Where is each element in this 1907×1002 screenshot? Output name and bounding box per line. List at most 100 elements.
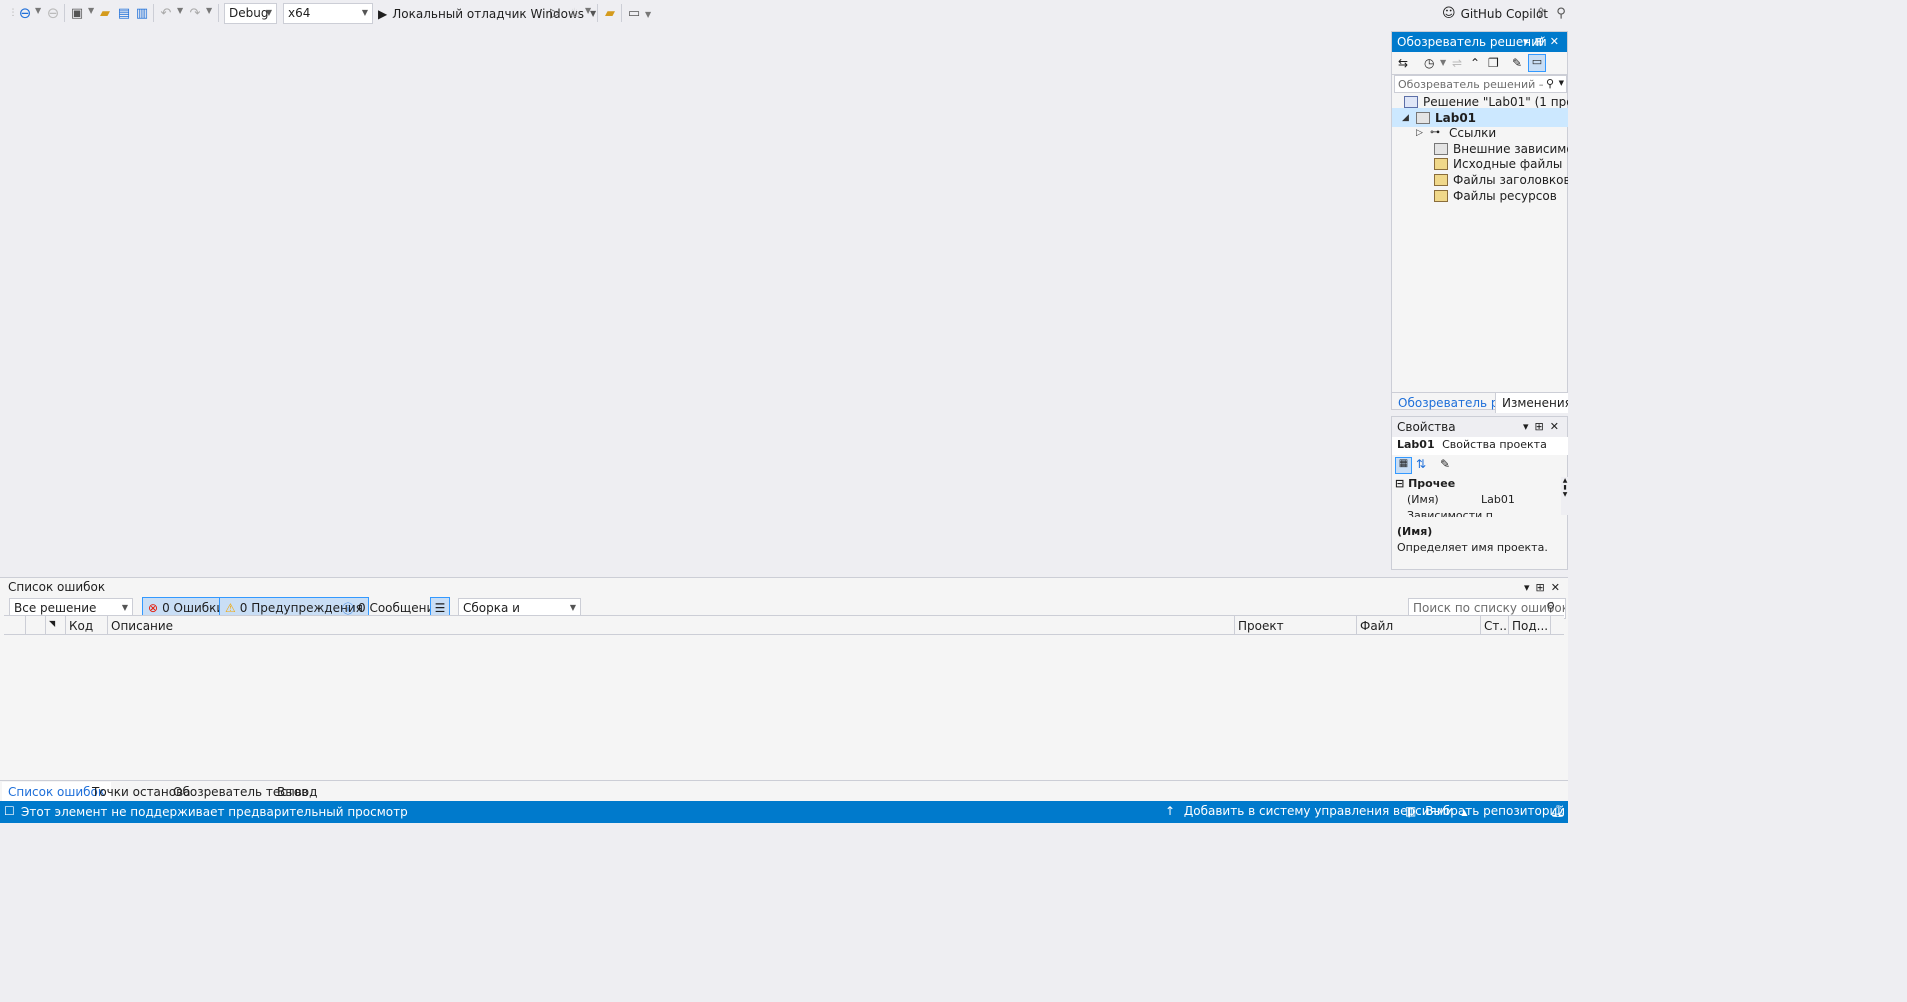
column-header-category[interactable] (4, 616, 26, 636)
empty-region (0, 823, 1907, 1002)
chevron-down-icon[interactable]: ▼ (645, 10, 651, 19)
navigate-back-icon[interactable]: ⊖ (16, 4, 34, 22)
bottom-tool-tabs: Список ошибок Точки останова Обозревател… (0, 780, 1568, 802)
start-without-debugging-icon[interactable]: ▷ (546, 4, 564, 22)
notifications-bell-icon[interactable]: 🔔︎ (1550, 804, 1565, 818)
undo-icon[interactable]: ↶ (157, 4, 175, 22)
chevron-down-icon[interactable]: ▼ (35, 6, 41, 15)
configuration-value: Debug (229, 6, 269, 20)
chevron-down-icon[interactable]: ▼ (1559, 79, 1564, 87)
configuration-select[interactable]: Debug ▼ (224, 3, 277, 24)
error-list-pane: Список ошибок ▾⊞✕ Все решение ▼ ⊗ 0 Ошиб… (0, 577, 1568, 802)
tree-item-label: Ссылки (1449, 125, 1497, 140)
select-repository-label: Выбрать репозиторий (1425, 804, 1566, 818)
collapse-icon[interactable]: ⊟ (1395, 477, 1404, 490)
column-header-line[interactable]: Ст... (1481, 616, 1509, 636)
pane-controls[interactable]: ▾⊞✕ (1523, 35, 1565, 48)
project-icon (1416, 111, 1430, 124)
filter-folder-icon (1434, 173, 1448, 186)
preview-selected-icon[interactable]: ▭ (1528, 54, 1546, 72)
ready-icon: ☐ (4, 804, 15, 818)
solution-explorer-tabs: Обозреватель реш... Изменения Git (1392, 392, 1600, 413)
chevron-down-icon[interactable]: ▼ (585, 6, 591, 15)
collapse-all-icon[interactable]: ⌃ (1470, 56, 1480, 70)
categorized-icon[interactable]: ▦ (1395, 457, 1412, 474)
property-description-text: Определяет имя проекта. (1397, 541, 1548, 554)
refresh-icon[interactable]: ⇌ (1452, 56, 1462, 70)
open-folder-icon[interactable]: ▰ (96, 4, 114, 22)
solution-explorer-pane: Обозреватель решений ▾⊞✕ ⇆ ◷ ▼ ⇌ ⌃ ❐ ✎ ▭… (1391, 31, 1619, 413)
folder-view-icon[interactable]: ▰ (601, 4, 619, 22)
solution-explorer-toolbar: ⇆ ◷ ▼ ⇌ ⌃ ❐ ✎ ▭ (1392, 53, 1569, 75)
solution-explorer-search-input[interactable]: Обозреватель решений — поиск (1398, 78, 1543, 91)
filter-folder-icon (1434, 189, 1448, 202)
navigate-forward-icon[interactable]: ⊖ (44, 4, 62, 22)
messages-count-label: 0 Сообщения (358, 601, 442, 615)
solution-icon (1404, 95, 1418, 108)
property-pages-wrench-icon[interactable]: ✎ (1440, 457, 1450, 471)
property-name: Зависимости п (1407, 509, 1493, 517)
collapsed-triangle-icon[interactable]: ▷ (1416, 128, 1430, 138)
chevron-down-icon[interactable]: ▼ (206, 6, 212, 15)
expanded-triangle-icon[interactable]: ◢ (1402, 113, 1416, 123)
chevron-down-icon: ▼ (569, 603, 576, 612)
column-header-description[interactable]: Описание (108, 616, 1235, 636)
tree-item-label: Файлы ресурсов (1453, 188, 1557, 203)
sync-icon[interactable]: ⇆ (1398, 56, 1408, 70)
search-icon[interactable]: ⚲ (1546, 600, 1555, 614)
feedback-icon[interactable]: ⚲ (1552, 4, 1570, 22)
properties-title-bar: Свойства ▾⊞✕ (1392, 417, 1567, 437)
properties-object-name: Lab01 (1397, 438, 1435, 451)
hot-reload-icon[interactable]: ♨ (566, 4, 584, 22)
properties-wrench-icon[interactable]: ✎ (1512, 56, 1522, 70)
error-icon: ⊗ (148, 601, 159, 615)
tree-item-resource-files[interactable]: Файлы ресурсов (1434, 186, 1557, 205)
property-value[interactable]: Lab01 (1481, 493, 1515, 506)
column-header-suppression[interactable]: ◥ (46, 616, 66, 636)
pane-controls[interactable]: ▾⊞✕ (1523, 420, 1565, 433)
chevron-down-icon[interactable]: ▼ (88, 6, 94, 15)
properties-object-select[interactable]: Lab01 Свойства проекта (1392, 437, 1569, 455)
window-layout-icon[interactable]: ▭ (625, 4, 643, 22)
chevron-down-icon: ▼ (121, 603, 128, 612)
play-icon: ▶ (378, 6, 388, 21)
toolbar-divider (597, 4, 598, 22)
column-header-suppression-state[interactable]: Под... (1509, 616, 1551, 636)
pane-controls[interactable]: ▾⊞✕ (1524, 581, 1566, 594)
error-list-body (4, 635, 1564, 780)
solution-explorer-search[interactable]: Обозреватель решений — поиск ⚲ ▼ (1394, 75, 1567, 93)
property-grid: ⊟ Прочее (Имя) Lab01 Зависимости п (1392, 477, 1562, 517)
platform-select[interactable]: x64 ▼ (283, 3, 373, 24)
chevron-down-icon: ▼ (361, 8, 368, 17)
save-icon[interactable]: ▤ (115, 4, 133, 22)
property-name: (Имя) (1407, 493, 1439, 506)
status-message: Этот элемент не поддерживает предварител… (21, 805, 408, 819)
column-header-code[interactable]: Код (66, 616, 108, 636)
chevron-down-icon[interactable]: ▼ (1440, 58, 1446, 67)
error-list-search-input[interactable]: Поиск по списку ошибок (1413, 601, 1565, 615)
save-all-icon[interactable]: ▥ (133, 4, 151, 22)
filter-folder-icon (1434, 157, 1448, 170)
arrow-up-icon: ↑ (1165, 804, 1176, 818)
alphabetical-sort-icon[interactable]: ⇅ (1416, 457, 1426, 471)
chevron-down-icon: ▼ (265, 8, 272, 17)
platform-value: x64 (288, 6, 311, 20)
column-header-severity[interactable] (26, 616, 46, 636)
search-icon[interactable]: ⚲ (1546, 77, 1554, 90)
solution-explorer-title-bar: Обозреватель решений ▾⊞✕ (1392, 32, 1567, 52)
property-category[interactable]: ⊟ Прочее (1395, 477, 1455, 490)
properties-title: Свойства (1397, 420, 1456, 434)
column-header-file[interactable]: Файл (1357, 616, 1481, 636)
toolbar-divider (218, 4, 219, 22)
pending-changes-icon[interactable]: ◷ (1424, 56, 1434, 70)
tab-output[interactable]: Вывод (271, 782, 323, 802)
redo-icon[interactable]: ↷ (186, 4, 204, 22)
warning-icon: ⚠ (225, 601, 236, 615)
chevron-down-icon[interactable]: ▼ (177, 6, 183, 15)
toolbar-divider (64, 4, 65, 22)
show-all-files-icon[interactable]: ❐ (1488, 56, 1499, 70)
share-icon[interactable]: ⇪ (1532, 4, 1550, 22)
new-project-icon[interactable]: ▣ (68, 4, 86, 22)
references-icon: ⊶ (1430, 127, 1440, 138)
column-header-project[interactable]: Проект (1235, 616, 1357, 636)
